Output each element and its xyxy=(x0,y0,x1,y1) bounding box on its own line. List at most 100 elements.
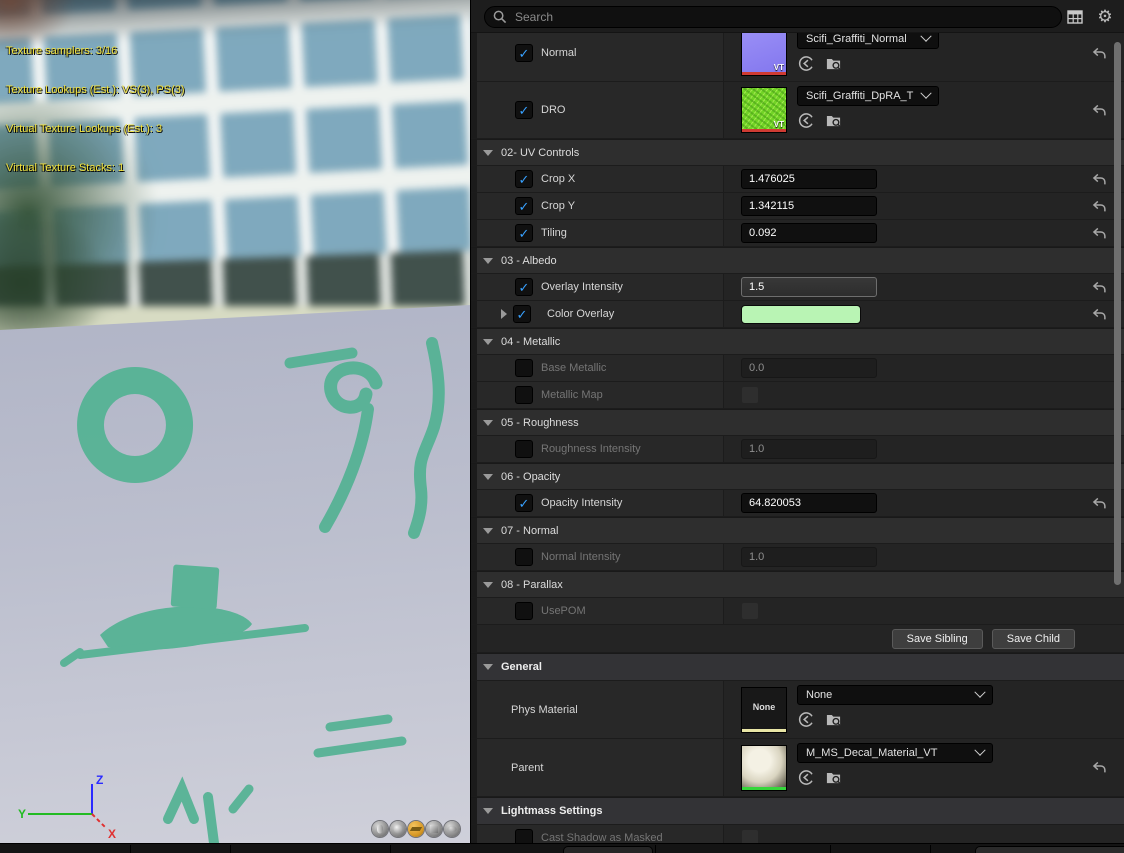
dro-asset-thumbnail[interactable]: VT xyxy=(741,87,787,133)
usepom-value-checkbox[interactable] xyxy=(741,602,759,620)
param-checkbox[interactable] xyxy=(515,359,533,377)
color-overlay-color-swatch[interactable] xyxy=(741,304,861,324)
row-dro: ✓ DRO VT Scifi_Graffiti_DpRA_T xyxy=(471,82,1124,139)
param-checkbox[interactable]: ✓ xyxy=(515,197,533,215)
preview-mesh-plane-button[interactable] xyxy=(408,821,424,837)
reset-button[interactable] xyxy=(1089,278,1109,296)
opacity-intensity-value-field[interactable]: 64.820053 xyxy=(741,493,877,513)
crop-y-value-field[interactable]: 1.342115 xyxy=(741,196,877,216)
settings-gear-icon[interactable]: ⚙ xyxy=(1095,7,1115,27)
section-08-parallax[interactable]: 08 - Parallax xyxy=(471,571,1124,598)
row-crop-y: ✓ Crop Y 1.342115 xyxy=(471,193,1124,220)
preview-mesh-cube-button[interactable] xyxy=(426,821,442,837)
reset-button[interactable] xyxy=(1089,197,1109,215)
section-07-normal[interactable]: 07 - Normal xyxy=(471,517,1124,544)
reset-to-default-icon xyxy=(1092,200,1106,211)
preview-viewport[interactable]: Texture samplers: 3/16 Texture Lookups (… xyxy=(0,0,470,843)
param-checkbox[interactable]: ✓ xyxy=(515,101,533,119)
tiling-value-field[interactable]: 0.092 xyxy=(741,223,877,243)
reset-button[interactable] xyxy=(1089,101,1109,119)
collapse-triangle-icon xyxy=(483,338,493,345)
crop-x-value-field[interactable]: 1.476025 xyxy=(741,169,877,189)
row-base-metallic: Base Metallic 0.0 xyxy=(471,355,1124,382)
param-checkbox[interactable] xyxy=(515,386,533,404)
reset-button[interactable] xyxy=(1089,44,1109,62)
sphere-icon xyxy=(393,824,403,834)
collapse-triangle-icon xyxy=(483,808,493,814)
expand-triangle-icon[interactable] xyxy=(501,309,507,319)
param-checkbox[interactable] xyxy=(515,548,533,566)
asset-dropdown[interactable]: Scifi_Graffiti_Normal xyxy=(797,33,939,49)
virtual-texture-badge: VT xyxy=(773,120,784,129)
category-lightmass-settings[interactable]: Lightmass Settings xyxy=(471,797,1124,825)
param-checkbox[interactable]: ✓ xyxy=(513,305,531,323)
preview-mesh-teapot-button[interactable] xyxy=(444,821,460,837)
use-selected-asset-button[interactable] xyxy=(797,768,815,786)
panel-scrollbar[interactable] xyxy=(1114,42,1121,585)
roughness-intensity-value-field[interactable]: 1.0 xyxy=(741,439,877,459)
save-sibling-button[interactable]: Save Sibling xyxy=(891,628,983,649)
normal-asset-thumbnail[interactable]: VT xyxy=(741,33,787,76)
reset-button[interactable] xyxy=(1089,494,1109,512)
param-checkbox[interactable]: ✓ xyxy=(515,278,533,296)
row-crop-x: ✓ Crop X 1.476025 xyxy=(471,166,1124,193)
cylinder-icon xyxy=(377,824,383,834)
material-instance-editor: { "viewport": { "stats_lines": [ "Textur… xyxy=(0,0,1124,853)
use-selected-asset-button[interactable] xyxy=(797,111,815,129)
param-checkbox[interactable] xyxy=(515,440,533,458)
browse-to-asset-button[interactable] xyxy=(824,768,842,786)
normal-intensity-value-field[interactable]: 1.0 xyxy=(741,547,877,567)
use-selected-asset-button[interactable] xyxy=(797,710,815,728)
param-checkbox[interactable]: ✓ xyxy=(515,170,533,188)
base-metallic-value-field[interactable]: 0.0 xyxy=(741,358,877,378)
param-checkbox[interactable] xyxy=(515,602,533,620)
section-05-roughness[interactable]: 05 - Roughness xyxy=(471,409,1124,436)
reset-to-default-icon xyxy=(1092,47,1106,58)
axis-y-label: Y xyxy=(18,807,26,821)
category-general[interactable]: General xyxy=(471,653,1124,681)
preview-mesh-buttons xyxy=(372,821,460,837)
browse-to-asset-button[interactable] xyxy=(824,54,842,72)
reset-button[interactable] xyxy=(1089,224,1109,242)
row-color-overlay: ✓ Color Overlay xyxy=(471,301,1124,328)
row-usepom: UsePOM xyxy=(471,598,1124,625)
reset-button[interactable] xyxy=(1089,170,1109,188)
asset-dropdown[interactable]: None xyxy=(797,685,993,705)
overlay-intensity-value-field[interactable]: 1.5 xyxy=(741,277,877,297)
browse-to-asset-icon xyxy=(826,772,840,784)
section-06-opacity[interactable]: 06 - Opacity xyxy=(471,463,1124,490)
asset-dropdown[interactable]: Scifi_Graffiti_DpRA_T xyxy=(797,86,939,106)
browse-to-asset-button[interactable] xyxy=(824,710,842,728)
section-04-metallic[interactable]: 04 - Metallic xyxy=(471,328,1124,355)
metallic-map-value-checkbox[interactable] xyxy=(741,386,759,404)
param-checkbox[interactable] xyxy=(515,829,533,843)
reset-button[interactable] xyxy=(1089,305,1109,323)
param-checkbox[interactable]: ✓ xyxy=(515,494,533,512)
display-filter-grid-icon[interactable] xyxy=(1065,7,1085,27)
save-bar: Save Sibling Save Child xyxy=(471,625,1124,653)
row-phys-material: Phys Material None None xyxy=(471,681,1124,739)
cube-icon xyxy=(430,825,438,833)
reset-button[interactable] xyxy=(1089,759,1109,777)
cast-shadow-as-masked-value-checkbox[interactable] xyxy=(741,829,759,843)
section-02-uv-controls[interactable]: 02- UV Controls xyxy=(471,139,1124,166)
save-child-button[interactable]: Save Child xyxy=(991,628,1075,649)
preview-mesh-cylinder-button[interactable] xyxy=(372,821,388,837)
reset-to-default-icon xyxy=(1092,308,1106,319)
axis-x-label: X xyxy=(108,827,116,840)
collapse-triangle-icon xyxy=(483,473,493,480)
search-input[interactable] xyxy=(513,9,1017,25)
phys-asset-thumbnail[interactable]: None xyxy=(741,686,787,733)
search-box[interactable] xyxy=(484,6,1062,28)
parent-asset-thumbnail[interactable] xyxy=(741,744,787,791)
asset-dropdown[interactable]: M_MS_Decal_Material_VT xyxy=(797,743,993,763)
use-selected-asset-icon xyxy=(798,769,813,785)
section-03-albedo[interactable]: 03 - Albedo xyxy=(471,247,1124,274)
param-checkbox[interactable]: ✓ xyxy=(515,224,533,242)
preview-mesh-sphere-button[interactable] xyxy=(390,821,406,837)
param-checkbox[interactable]: ✓ xyxy=(515,44,533,62)
browse-to-asset-icon xyxy=(826,58,840,70)
use-selected-asset-icon xyxy=(798,711,813,727)
use-selected-asset-button[interactable] xyxy=(797,54,815,72)
browse-to-asset-button[interactable] xyxy=(824,111,842,129)
